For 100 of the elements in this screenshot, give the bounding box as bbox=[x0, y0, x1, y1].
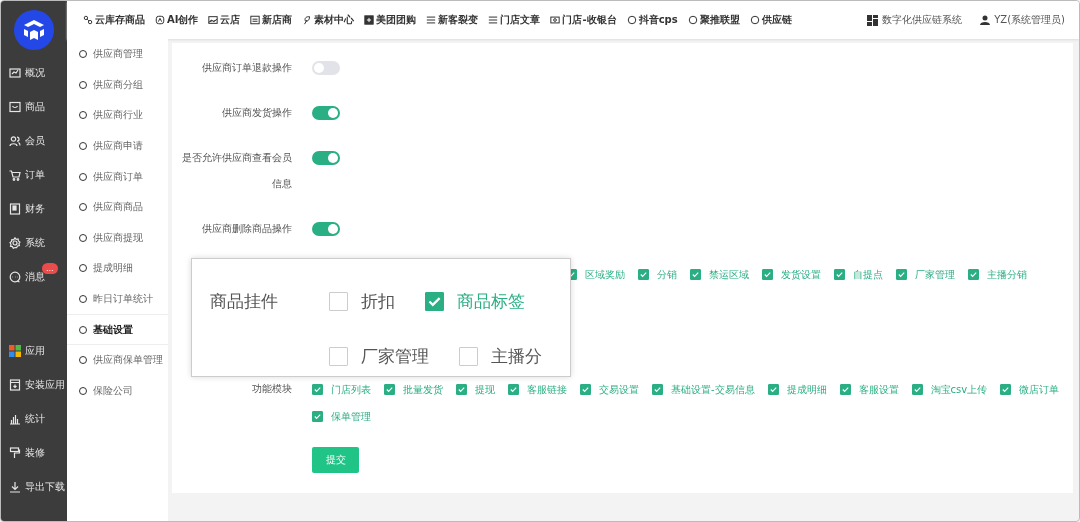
nav-item[interactable]: 应用 bbox=[1, 334, 67, 368]
submenu-item[interactable]: 保险公司 bbox=[67, 375, 168, 407]
gear-icon bbox=[9, 237, 21, 249]
checkbox[interactable] bbox=[384, 384, 395, 395]
nav-item[interactable]: 概况 bbox=[1, 56, 67, 90]
checkbox[interactable] bbox=[767, 384, 779, 395]
checkbox[interactable] bbox=[762, 269, 773, 280]
submenu-item[interactable]: 提成明细 bbox=[67, 253, 168, 284]
setting-label: 供应商删除商品操作 bbox=[201, 222, 292, 236]
circle-icon bbox=[749, 15, 760, 25]
checkbox[interactable] bbox=[329, 291, 348, 311]
grid-icon bbox=[9, 345, 21, 357]
top-nav-item[interactable]: 新客裂变 bbox=[426, 13, 479, 27]
top-nav-item[interactable]: 门店文章 bbox=[488, 13, 541, 27]
system-name: 数字化供应链系统 bbox=[867, 13, 963, 27]
nav-item[interactable]: 安装应用 bbox=[1, 368, 67, 402]
logo[interactable] bbox=[14, 10, 54, 50]
plus-square-icon bbox=[364, 15, 375, 25]
setting-label: 是否允许供应商查看会员信息 bbox=[181, 151, 292, 191]
toggle-switch[interactable] bbox=[312, 106, 340, 120]
top-nav-item[interactable]: AI创作 bbox=[155, 13, 199, 27]
submenu-item[interactable]: 供应商订单 bbox=[67, 161, 168, 192]
brush-icon bbox=[9, 447, 21, 459]
submenu-item[interactable]: 昨日订单统计 bbox=[67, 283, 168, 315]
top-nav-item[interactable]: 抖音cps bbox=[626, 13, 678, 27]
checkbox[interactable] bbox=[968, 269, 979, 280]
grid-icon bbox=[867, 14, 879, 26]
checkbox[interactable] bbox=[580, 384, 591, 395]
checkbox-option[interactable]: 折扣 bbox=[329, 289, 395, 313]
submenu-item[interactable]: 供应商管理 bbox=[67, 39, 168, 70]
nav-item[interactable]: 商品 bbox=[1, 90, 67, 124]
notification-badge: ... bbox=[42, 263, 58, 274]
nav-item[interactable]: 系统 bbox=[1, 226, 67, 260]
checkbox[interactable] bbox=[1000, 384, 1012, 395]
top-nav-item[interactable]: 新店商 bbox=[250, 13, 293, 27]
nav-item[interactable]: 财务 bbox=[1, 192, 67, 226]
nav-item[interactable]: 导出下载 bbox=[1, 470, 67, 504]
checkbox-option[interactable]: 主播分 bbox=[459, 344, 542, 368]
setting-label: 供应商订单退款操作 bbox=[201, 61, 292, 75]
toggle-switch[interactable] bbox=[312, 151, 340, 165]
top-nav-item[interactable]: 云库存商品 bbox=[83, 13, 145, 27]
checkbox[interactable] bbox=[508, 384, 519, 395]
register-icon bbox=[550, 15, 561, 25]
box-icon bbox=[9, 101, 21, 113]
submenu-item[interactable]: 供应商行业 bbox=[67, 100, 168, 131]
checkbox[interactable] bbox=[312, 411, 323, 422]
checkbox[interactable] bbox=[911, 384, 923, 395]
checkbox[interactable] bbox=[839, 384, 851, 395]
checkbox[interactable] bbox=[690, 269, 701, 280]
submenu-item[interactable]: 供应商分组 bbox=[67, 69, 168, 101]
submenu-item[interactable]: 供应商提现 bbox=[67, 222, 168, 254]
submenu-item[interactable]: 基础设置 bbox=[67, 314, 168, 345]
checkbox[interactable] bbox=[638, 269, 649, 280]
book-icon bbox=[9, 203, 21, 215]
chart-icon bbox=[9, 67, 21, 79]
setting-label: 商品挂件 bbox=[210, 289, 279, 313]
nav-item[interactable]: 会员 bbox=[1, 124, 67, 158]
id-card-icon bbox=[250, 15, 261, 25]
nav-item[interactable]: 消息 ... bbox=[1, 260, 67, 294]
setting-label: 功能模块 bbox=[251, 382, 292, 396]
top-nav-item[interactable]: 素材中心 bbox=[302, 13, 355, 27]
checkbox[interactable] bbox=[896, 269, 907, 280]
nav-item[interactable]: 装修 bbox=[1, 436, 67, 470]
ai-icon bbox=[155, 15, 165, 25]
cart-icon bbox=[9, 169, 21, 181]
checkbox[interactable] bbox=[456, 384, 467, 395]
checkbox[interactable] bbox=[459, 346, 478, 366]
user-menu[interactable]: YZ(系统管理员) bbox=[980, 13, 1065, 27]
checkbox-option[interactable]: 厂家管理 bbox=[329, 344, 429, 368]
checkbox[interactable] bbox=[652, 384, 663, 395]
checkbox[interactable] bbox=[834, 269, 845, 280]
nav-item[interactable]: 统计 bbox=[1, 402, 67, 436]
link-icon bbox=[83, 15, 93, 25]
checkbox[interactable] bbox=[329, 346, 348, 366]
nav-item[interactable]: 订单 bbox=[1, 158, 67, 192]
menu-icon bbox=[426, 15, 437, 25]
download-icon bbox=[9, 481, 21, 493]
install-icon bbox=[9, 379, 21, 391]
leaf-icon bbox=[302, 15, 313, 25]
circle-icon bbox=[626, 15, 637, 25]
submenu-item[interactable]: 供应商保单管理 bbox=[67, 344, 168, 376]
menu-icon bbox=[488, 15, 499, 25]
submenu-item[interactable]: 供应商商品 bbox=[67, 191, 168, 223]
checkbox[interactable] bbox=[425, 291, 444, 311]
user-icon bbox=[980, 15, 991, 25]
top-nav-item[interactable]: 门店-收银台 bbox=[550, 13, 617, 27]
users-icon bbox=[9, 135, 21, 147]
top-nav-item[interactable]: 美团团购 bbox=[364, 13, 417, 27]
checkbox[interactable] bbox=[312, 384, 323, 395]
toggle-switch[interactable] bbox=[312, 222, 340, 236]
image-icon bbox=[208, 15, 219, 25]
top-nav-item[interactable]: 云店 bbox=[208, 13, 241, 27]
setting-label: 供应商发货操作 bbox=[221, 106, 292, 120]
toggle-switch[interactable] bbox=[312, 61, 340, 75]
chat-icon bbox=[9, 271, 21, 283]
circle-icon bbox=[687, 15, 698, 25]
top-nav-item[interactable]: 聚推联盟 bbox=[687, 13, 740, 27]
top-nav-item[interactable]: 供应链 bbox=[749, 13, 792, 27]
bar-chart-icon bbox=[9, 413, 21, 425]
submenu-item[interactable]: 供应商申请 bbox=[67, 130, 168, 162]
